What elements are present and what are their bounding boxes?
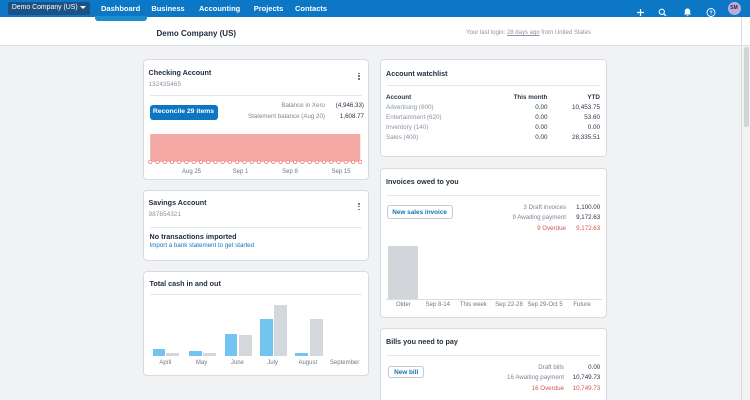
svg-text:?: ? bbox=[709, 10, 713, 16]
